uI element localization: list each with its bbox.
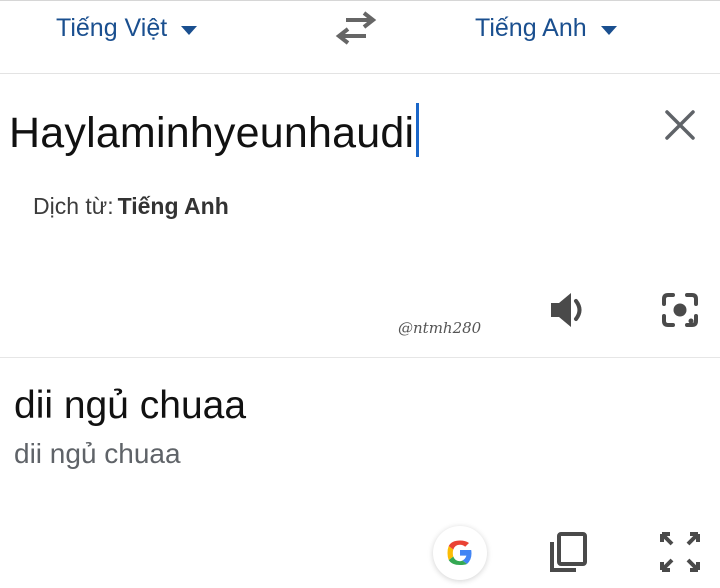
detected-language-name: Tiếng Anh	[117, 193, 229, 219]
language-bar: Tiếng Việt Tiếng Anh	[0, 0, 720, 74]
dropdown-caret-icon	[600, 25, 617, 35]
swap-arrows-icon	[335, 11, 377, 45]
target-language-label: Tiếng Anh	[475, 13, 587, 42]
translation-romanization: dii ngủ chuaa	[14, 438, 181, 469]
detected-language-prefix: Dịch từ:	[33, 193, 114, 219]
translate-app: Tiếng Việt Tiếng Anh Haylaminhyeunhaudi …	[0, 0, 720, 588]
source-language-label: Tiếng Việt	[56, 13, 168, 42]
source-text-input[interactable]: Haylaminhyeunhaudi	[9, 103, 420, 158]
translation-panel: dii ngủ chuaa dii ngủ chuaa	[0, 358, 720, 588]
swap-languages-button[interactable]	[334, 11, 378, 45]
camera-lens-icon	[662, 293, 698, 327]
google-g-icon	[447, 540, 472, 565]
target-language-selector[interactable]: Tiếng Anh	[475, 13, 617, 43]
close-icon	[665, 110, 695, 140]
source-language-selector[interactable]: Tiếng Việt	[56, 13, 198, 43]
speaker-icon	[551, 293, 582, 327]
translation-result: dii ngủ chuaa	[14, 384, 247, 427]
source-text-value: Haylaminhyeunhaudi	[9, 109, 415, 157]
source-text-panel: Haylaminhyeunhaudi Dịch từ: Tiếng Anh @nt…	[0, 75, 720, 357]
watermark-text: @ntmh280	[398, 319, 482, 337]
google-search-button[interactable]	[433, 526, 487, 580]
copy-icon	[550, 532, 587, 572]
detected-language[interactable]: Dịch từ: Tiếng Anh	[33, 193, 229, 220]
camera-translate-button[interactable]	[660, 290, 700, 330]
clear-text-button[interactable]	[660, 105, 700, 145]
listen-source-button[interactable]	[548, 290, 590, 330]
dropdown-caret-icon	[181, 25, 198, 35]
fullscreen-button[interactable]	[658, 530, 702, 574]
text-cursor	[416, 103, 420, 157]
copy-translation-button[interactable]	[546, 530, 590, 574]
fullscreen-icon	[660, 532, 700, 572]
